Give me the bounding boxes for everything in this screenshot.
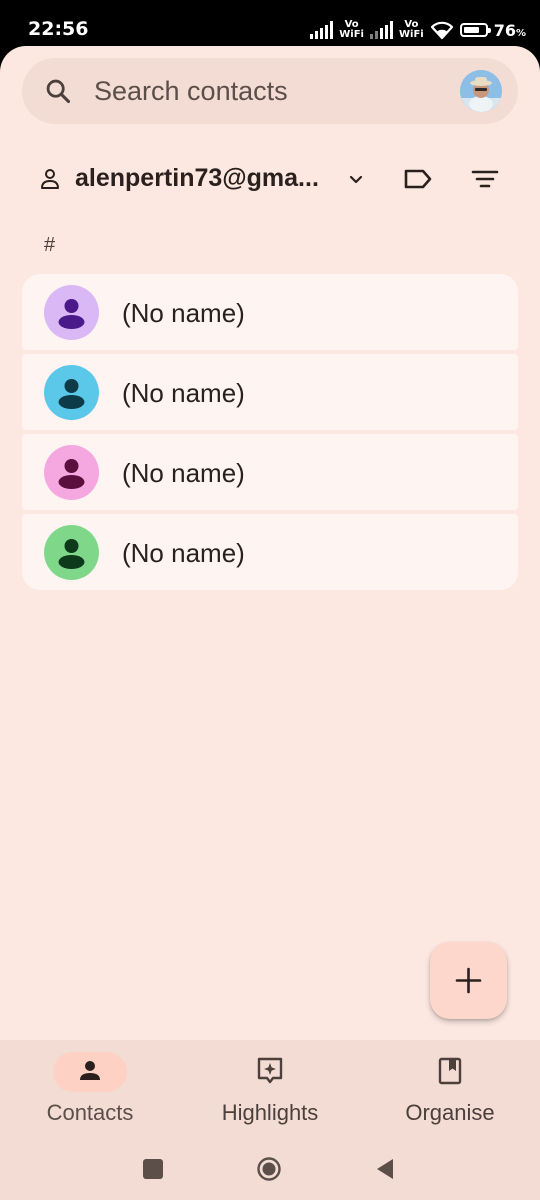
account-avatar[interactable]	[460, 70, 502, 112]
plus-icon[interactable]	[455, 967, 482, 994]
bottom-navigation: Contacts Highlights Organise	[0, 1040, 540, 1200]
contact-avatar	[44, 365, 99, 420]
status-time: 22:56	[28, 18, 89, 40]
contact-item[interactable]: (No name)	[22, 514, 518, 590]
nav-item-organise[interactable]: Organise	[360, 1040, 540, 1140]
recents-icon[interactable]	[140, 1156, 166, 1182]
person-icon[interactable]	[75, 1056, 105, 1086]
back-icon[interactable]	[372, 1156, 398, 1182]
contact-name: (No name)	[122, 458, 245, 488]
vowifi-label-text-1: Vo WiFi	[339, 19, 364, 40]
nav-label[interactable]: Organise	[360, 1100, 540, 1126]
system-navigation-bar	[0, 1144, 540, 1194]
add-contact-button[interactable]	[430, 942, 507, 1019]
person-icon	[44, 365, 99, 420]
nav-label[interactable]: Highlights	[180, 1100, 360, 1126]
person-icon	[44, 285, 99, 340]
contact-avatar	[44, 525, 99, 580]
contact-avatar	[44, 285, 99, 340]
sparkle-icon[interactable]	[255, 1056, 285, 1086]
contact-name: (No name)	[122, 298, 245, 328]
contact-avatar	[44, 445, 99, 500]
search-placeholder[interactable]: Search contacts	[94, 76, 288, 107]
chevron-down-icon[interactable]	[346, 170, 366, 190]
section-header: #	[44, 234, 56, 256]
account-email[interactable]: alenpertin73@gma...	[75, 164, 319, 193]
contact-item[interactable]: (No name)	[22, 434, 518, 510]
avatar-photo	[460, 70, 502, 112]
nav-label[interactable]: Contacts	[0, 1100, 180, 1126]
status-icons: Vo WiFi Vo WiFi 76%	[310, 16, 526, 44]
nav-item-highlights[interactable]: Highlights	[180, 1040, 360, 1140]
vowifi-label-text-2: Vo WiFi	[398, 19, 424, 40]
account-selector[interactable]: alenpertin73@gma...	[0, 154, 540, 204]
battery-icon	[459, 23, 491, 37]
battery-percent: 76%	[494, 21, 526, 40]
wifi-icon	[430, 21, 453, 40]
signal-icon	[310, 21, 334, 39]
contact-name: (No name)	[122, 378, 245, 408]
filter-icon[interactable]	[470, 163, 500, 195]
contacts-screen: Search contacts alenpertin73@gma... # (N…	[0, 46, 540, 1200]
battery-percent-unit: %	[515, 27, 526, 39]
home-icon[interactable]	[256, 1156, 282, 1182]
person-icon	[41, 169, 59, 189]
contact-name: (No name)	[122, 538, 245, 568]
vowifi-label-2: Vo WiFi	[399, 20, 424, 40]
search-icon[interactable]	[44, 77, 72, 105]
nav-item-contacts[interactable]: Contacts	[0, 1040, 180, 1140]
person-icon	[44, 525, 99, 580]
contact-list: (No name) (No name) (No name) (No name)	[22, 274, 518, 590]
label-icon[interactable]	[402, 163, 434, 195]
contact-item[interactable]: (No name)	[22, 274, 518, 350]
vowifi-label-1: Vo WiFi	[339, 20, 364, 40]
person-icon	[44, 445, 99, 500]
battery-percent-value: 76	[493, 20, 516, 40]
battery-fill	[463, 27, 479, 33]
contact-item[interactable]: (No name)	[22, 354, 518, 430]
signal-icon	[369, 21, 393, 39]
bookmark-icon[interactable]	[435, 1056, 465, 1086]
search-bar[interactable]: Search contacts	[22, 58, 518, 124]
